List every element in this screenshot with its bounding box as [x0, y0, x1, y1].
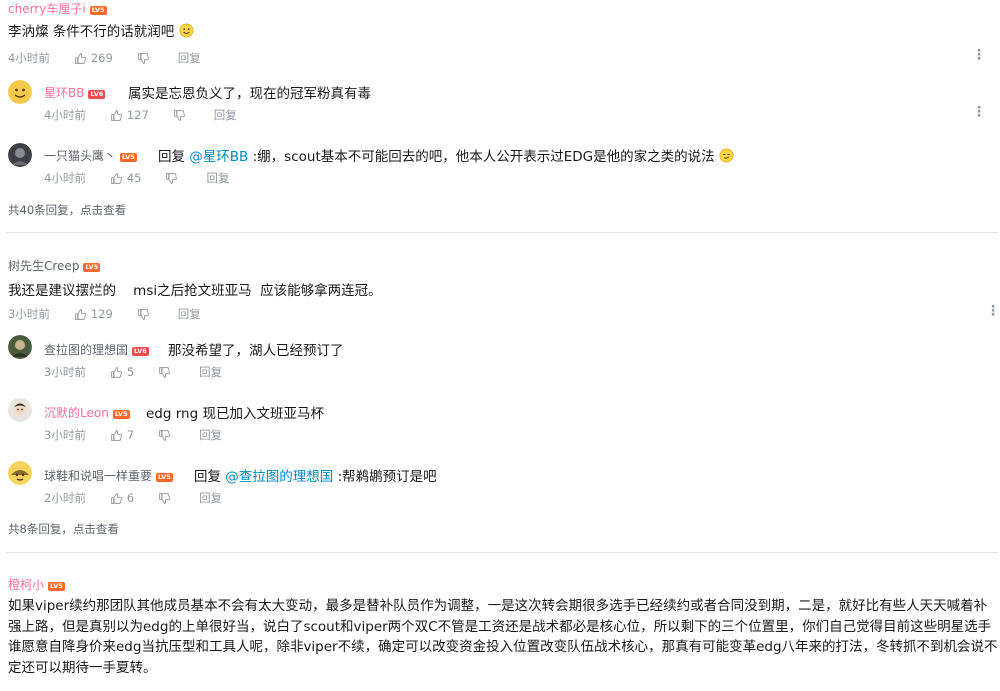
like-count: 45	[126, 171, 142, 185]
reply-button[interactable]: 回复	[199, 490, 222, 506]
like-icon[interactable]	[74, 308, 87, 321]
like-icon[interactable]	[110, 429, 123, 442]
like-count: 6	[126, 491, 135, 505]
reply-meta: 2小时前 6 回复	[44, 490, 222, 506]
mention-link[interactable]: @星环BB	[189, 149, 248, 165]
reply-button[interactable]: 回复	[214, 107, 237, 123]
reply-prefix: 回复	[158, 149, 185, 165]
like-count: 5	[126, 365, 135, 379]
comment-meta: 4小时前 269 回复	[8, 50, 201, 66]
avatar[interactable]	[8, 335, 32, 359]
reply-time: 2小时前	[44, 491, 86, 505]
view-more-replies[interactable]: 共40条回复，点击查看	[8, 202, 126, 218]
reply-time: 4小时前	[44, 171, 86, 185]
dislike-icon[interactable]	[158, 492, 171, 505]
more-icon[interactable]: ⋮	[972, 105, 986, 119]
more-icon[interactable]: ⋮	[986, 304, 1000, 318]
comment-text: 我还是建议摆烂的 msi之后抢文班亚马 应该能够拿两连冠。	[8, 283, 382, 299]
reply-username[interactable]: 球鞋和说唱一样重要 LV5	[44, 467, 173, 484]
reply-text: 属实是忘恩负义了，现在的冠军粉真有毒	[128, 86, 371, 102]
comment-username[interactable]: cherry车厘子i LV5	[8, 0, 107, 17]
like-count: 129	[90, 307, 113, 321]
mention-link[interactable]: @查拉图的理想国	[225, 469, 333, 485]
reply-username[interactable]: 一只猫头鹰丶 LV5	[44, 147, 137, 164]
like-count: 269	[90, 51, 113, 65]
reply-text: 回复 @查拉图的理想国 :帮鹈鹕预订是吧	[194, 469, 437, 485]
level-badge: LV6	[88, 90, 106, 99]
reply-time: 3小时前	[44, 428, 86, 442]
reply-button[interactable]: 回复	[178, 306, 201, 322]
level-badge: LV5	[156, 473, 173, 482]
dislike-icon[interactable]	[137, 308, 150, 321]
like-icon[interactable]	[110, 109, 123, 122]
reply-meta: 3小时前 5 回复	[44, 364, 222, 380]
reply-time: 4小时前	[44, 108, 86, 122]
level-badge: LV6	[132, 347, 149, 356]
comment-username[interactable]: 树先生Creep LV5	[8, 257, 101, 274]
more-icon[interactable]: ⋮	[972, 48, 986, 62]
divider	[6, 232, 998, 233]
reply-meta: 4小时前 127 回复	[44, 107, 237, 123]
level-badge: LV5	[83, 263, 101, 272]
reply-prefix: 回复	[194, 469, 221, 485]
reply-button[interactable]: 回复	[178, 50, 201, 66]
level-badge: LV5	[120, 153, 137, 162]
comment-time: 4小时前	[8, 51, 50, 65]
like-icon[interactable]	[110, 366, 123, 379]
emoji-smile-icon	[179, 23, 194, 38]
divider	[6, 552, 998, 553]
level-badge: LV5	[89, 6, 107, 15]
like-icon[interactable]	[110, 172, 123, 185]
dislike-icon[interactable]	[137, 52, 150, 65]
emoji-smile-icon	[719, 148, 734, 163]
reply-username[interactable]: 沉默的Leon LV5	[44, 404, 130, 421]
reply-text: 回复 @星环BB :绷，scout基本不可能回去的吧，他本人公开表示过EDG是他…	[158, 145, 734, 165]
avatar[interactable]	[8, 80, 32, 104]
dislike-icon[interactable]	[158, 366, 171, 379]
reply-username[interactable]: 查拉图的理想国 LV6	[44, 341, 149, 358]
level-badge: LV5	[112, 410, 130, 419]
view-more-replies[interactable]: 共8条回复，点击查看	[8, 521, 119, 537]
reply-button[interactable]: 回复	[199, 427, 222, 443]
comment-time: 3小时前	[8, 307, 50, 321]
avatar[interactable]	[8, 143, 32, 167]
reply-button[interactable]: 回复	[206, 170, 229, 186]
comment-text: 李汭燦 条件不行的话就润吧	[8, 20, 194, 40]
dislike-icon[interactable]	[173, 109, 186, 122]
reply-button[interactable]: 回复	[199, 364, 222, 380]
like-count: 127	[126, 108, 149, 122]
avatar[interactable]	[8, 398, 32, 422]
reply-meta: 4小时前 45 回复	[44, 170, 229, 186]
like-icon[interactable]	[110, 492, 123, 505]
reply-username[interactable]: 星环BB LV6	[44, 84, 106, 101]
dislike-icon[interactable]	[165, 172, 178, 185]
reply-time: 3小时前	[44, 365, 86, 379]
reply-text: edg rng 现已加入文班亚马杯	[146, 406, 324, 422]
level-badge: LV5	[48, 582, 65, 591]
comment-meta: 3小时前 129 回复	[8, 306, 201, 322]
comment-text: 如果viper续约那团队其他成员基本不会有太大变动，最多是替补队员作为调整，一是…	[8, 598, 998, 676]
reply-text: 那没希望了，湖人已经预订了	[168, 343, 344, 359]
like-count: 7	[126, 428, 135, 442]
avatar[interactable]	[8, 461, 32, 485]
dislike-icon[interactable]	[158, 429, 171, 442]
reply-meta: 3小时前 7 回复	[44, 427, 222, 443]
comment-username[interactable]: 橙柯小 LV5	[8, 576, 65, 593]
like-icon[interactable]	[74, 52, 87, 65]
